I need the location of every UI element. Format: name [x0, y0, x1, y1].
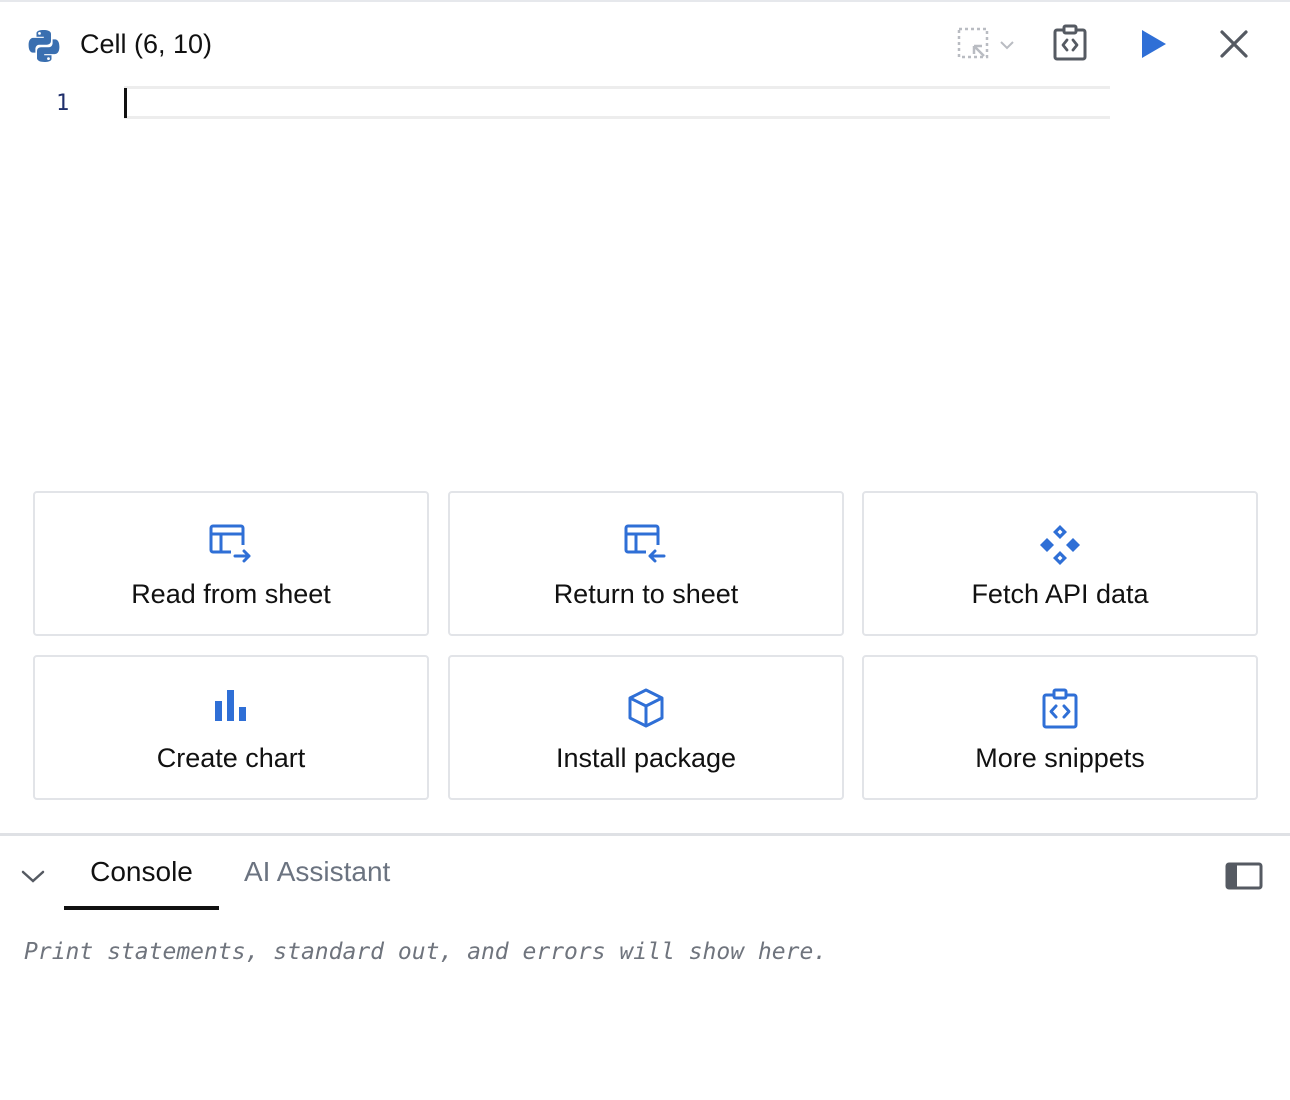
active-tab-indicator [64, 906, 219, 910]
snippet-create-chart[interactable]: Create chart [33, 655, 429, 800]
close-button[interactable] [1214, 26, 1254, 66]
snippet-label: Install package [555, 743, 737, 773]
snippet-install-package[interactable]: Install package [448, 655, 844, 800]
table-arrow-left-icon [622, 523, 670, 563]
close-icon [1218, 28, 1250, 65]
code-snippet-icon [1036, 687, 1084, 729]
code-editor[interactable]: 1 [0, 86, 1290, 456]
text-caret [124, 88, 127, 118]
cell-title: Cell (6, 10) [80, 29, 213, 59]
snippet-label: More snippets [975, 743, 1145, 773]
line-number: 1 [56, 91, 70, 116]
code-line[interactable] [124, 86, 1110, 119]
toggle-panel-layout-button[interactable] [1224, 860, 1264, 892]
cell-editor-header: Cell (6, 10) [0, 2, 1290, 86]
snippet-return-to-sheet[interactable]: Return to sheet [448, 491, 844, 636]
play-icon [1138, 28, 1168, 65]
api-diamond-icon [1036, 523, 1084, 565]
snippet-read-from-sheet[interactable]: Read from sheet [33, 491, 429, 636]
chevron-down-icon [18, 870, 48, 894]
package-cube-icon [622, 687, 670, 728]
snippet-fetch-api-data[interactable]: Fetch API data [862, 491, 1258, 636]
run-button[interactable] [1134, 26, 1172, 66]
snippet-more-snippets[interactable]: More snippets [862, 655, 1258, 800]
table-arrow-right-icon [207, 523, 255, 563]
panel-divider[interactable] [0, 833, 1290, 836]
tab-label: AI Assistant [244, 856, 391, 887]
tab-label: Console [90, 856, 193, 887]
collapse-panel-button[interactable] [18, 862, 48, 890]
snippet-label: Create chart [156, 743, 306, 773]
cell-selection-button[interactable] [954, 26, 1020, 66]
tab-ai-assistant[interactable]: AI Assistant [244, 852, 390, 910]
sidebar-layout-icon [1224, 862, 1264, 896]
snippet-label: Fetch API data [971, 579, 1149, 609]
snippet-label: Read from sheet [131, 579, 331, 609]
code-snippets-button[interactable] [1050, 24, 1090, 66]
chevron-down-icon [998, 36, 1016, 59]
tab-console[interactable]: Console [64, 852, 219, 910]
bar-chart-icon [207, 687, 255, 727]
python-icon [26, 28, 62, 64]
code-snippet-icon [1052, 24, 1088, 67]
console-placeholder: Print statements, standard out, and erro… [24, 939, 828, 965]
snippet-label: Return to sheet [553, 579, 739, 609]
